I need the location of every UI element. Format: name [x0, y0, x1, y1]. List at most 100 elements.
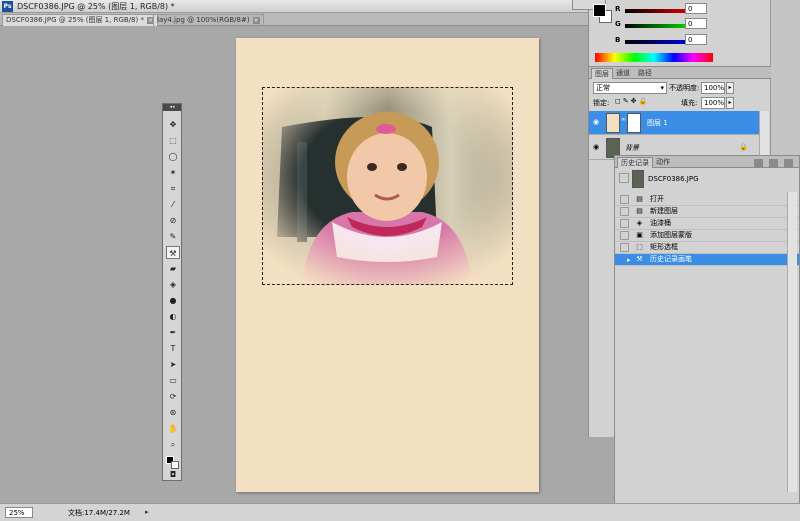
foreground-color-box[interactable]	[593, 4, 606, 17]
channel-b-label: B	[615, 36, 621, 44]
history-item-label: 新建图层	[650, 207, 678, 215]
tab-layers[interactable]: 图层	[591, 68, 613, 79]
type-tool-icon[interactable]: T	[166, 342, 180, 355]
opacity-arrow-icon[interactable]: ▸	[726, 82, 734, 94]
layer-mask-thumbnail[interactable]	[627, 113, 641, 133]
lock-icon: 🔒	[739, 143, 748, 151]
selection-marquee[interactable]	[262, 87, 513, 285]
toolbox: ◂◂ ✥ ⬚ ◯ ✶ ⌗ ⁄ ⊘ ✎ ⚒ ▰ ◈ ● ◐ ✒ T ➤ ▭ ⟳ ⊛…	[162, 103, 182, 481]
tab-dscf0386[interactable]: DSCF0386.JPG @ 25% (图层 1, RGB/8) * ×	[2, 14, 158, 26]
status-bar: 25% 文档:17.4M/27.2M ▸	[0, 503, 800, 521]
history-item[interactable]: ▤ 打开	[615, 194, 799, 206]
history-item-label: 打开	[650, 195, 664, 203]
history-item[interactable]: ▣ 添加图层蒙版	[615, 230, 799, 242]
layer-name[interactable]: 背景	[625, 143, 639, 153]
color-panel: R 0 G 0 B 0	[572, 0, 770, 66]
history-item[interactable]: ⬚ 矩形选框	[615, 242, 799, 254]
tab-channels[interactable]: 通道	[613, 68, 633, 79]
lock-label: 锁定:	[593, 99, 610, 107]
color-spectrum[interactable]	[595, 53, 713, 62]
layer-thumbnail	[606, 113, 620, 133]
tab-lay4[interactable]: lay4.jpg @ 100%(RGB/8#) ×	[153, 14, 264, 26]
blend-mode-value: 正常	[596, 84, 610, 92]
history-item[interactable]: ◈ 油漆桶	[615, 218, 799, 230]
history-item-label: 历史记录画笔	[650, 255, 692, 263]
zoom-tool-icon[interactable]: ⌕	[166, 438, 180, 451]
snapshot-camera-icon[interactable]	[769, 159, 778, 167]
history-checkbox[interactable]	[620, 219, 629, 228]
mask-icon: ▣	[636, 231, 643, 239]
tab-paths[interactable]: 路径	[635, 68, 655, 79]
opacity-input[interactable]: 100%	[701, 82, 725, 94]
eyedropper-tool-icon[interactable]: ⁄	[166, 198, 180, 211]
lock-icons[interactable]: ◻✎✥🔒	[615, 97, 649, 105]
lasso-tool-icon[interactable]: ◯	[166, 150, 180, 163]
opacity-label: 不透明度:	[669, 84, 700, 92]
history-checkbox[interactable]	[620, 231, 629, 240]
eye-icon[interactable]: ◉	[591, 118, 601, 128]
history-brush-tool-icon[interactable]: ⚒	[166, 246, 180, 259]
document-tab-bar: DSCF0386.JPG @ 25% (图层 1, RGB/8) * × lay4…	[0, 13, 590, 26]
history-item-label: 矩形选框	[650, 243, 678, 251]
history-checkbox[interactable]	[620, 243, 629, 252]
history-checkbox[interactable]	[620, 195, 629, 204]
history-panel: 历史记录 动作 DSCF0386.JPG ▤ 打开 ▤ 新建图层 ◈ 油漆桶 ▣…	[614, 155, 800, 508]
crop-tool-icon[interactable]: ⌗	[166, 182, 180, 195]
new-layer-icon: ▤	[636, 207, 643, 215]
eye-icon[interactable]: ◉	[591, 143, 601, 153]
history-item-label: 油漆桶	[650, 219, 671, 227]
paint-bucket-icon: ◈	[636, 219, 643, 227]
magic-wand-tool-icon[interactable]: ✶	[166, 166, 180, 179]
channel-r-label: R	[615, 5, 621, 13]
toolbox-collapse-icon[interactable]: ◂◂	[163, 104, 181, 111]
fill-input[interactable]: 100%	[701, 97, 725, 109]
rect-marquee-tool-icon[interactable]: ⬚	[166, 134, 180, 147]
history-checkbox[interactable]	[620, 207, 629, 216]
channel-g-label: G	[615, 20, 621, 28]
dodge-tool-icon[interactable]: ◐	[166, 310, 180, 323]
snapshot-checkbox[interactable]	[619, 173, 629, 183]
channel-r-value[interactable]: 0	[685, 3, 707, 14]
trash-icon[interactable]	[784, 159, 793, 167]
close-tab-icon[interactable]: ×	[252, 17, 260, 24]
status-menu-arrow-icon[interactable]: ▸	[145, 508, 149, 516]
link-icon: ∞	[621, 116, 626, 123]
photoshop-logo-icon: Ps	[2, 1, 13, 12]
move-tool-icon[interactable]: ✥	[166, 118, 180, 131]
healing-brush-tool-icon[interactable]: ⊘	[166, 214, 180, 227]
3d-rotate-tool-icon[interactable]: ⟳	[166, 390, 180, 403]
snapshot-name[interactable]: DSCF0386.JPG	[648, 175, 699, 183]
tab-history[interactable]: 历史记录	[617, 157, 653, 168]
zoom-field[interactable]: 25%	[5, 507, 33, 518]
history-item-active[interactable]: ▸ ⚒ 历史记录画笔	[615, 254, 799, 266]
blur-tool-icon[interactable]: ●	[166, 294, 180, 307]
channel-g-value[interactable]: 0	[685, 18, 707, 29]
document-info: 文档:17.4M/27.2M	[68, 509, 130, 517]
paint-bucket-tool-icon[interactable]: ◈	[166, 278, 180, 291]
brush-tool-icon[interactable]: ✎	[166, 230, 180, 243]
pen-tool-icon[interactable]: ✒	[166, 326, 180, 339]
snapshot-thumbnail[interactable]	[632, 170, 644, 188]
quick-mask-icon[interactable]: ◘	[166, 468, 180, 481]
rect-marquee-icon: ⬚	[636, 243, 643, 251]
channel-b-value[interactable]: 0	[685, 34, 707, 45]
tab-actions[interactable]: 动作	[653, 157, 673, 168]
tab-label: DSCF0386.JPG @ 25% (图层 1, RGB/8) *	[6, 16, 144, 24]
history-brush-icon: ⚒	[636, 255, 643, 263]
hand-tool-icon[interactable]: ✋	[166, 422, 180, 435]
blend-mode-select[interactable]: 正常 ▾	[593, 82, 667, 94]
layer-name[interactable]: 图层 1	[647, 118, 668, 128]
history-item[interactable]: ▤ 新建图层	[615, 206, 799, 218]
history-scrollbar[interactable]	[787, 192, 797, 492]
shape-tool-icon[interactable]: ▭	[166, 374, 180, 387]
eraser-tool-icon[interactable]: ▰	[166, 262, 180, 275]
history-item-label: 添加图层蒙版	[650, 231, 692, 239]
layers-panel-tabs: 图层 通道 路径	[589, 67, 771, 79]
window-title: DSCF0386.JPG @ 25% (图层 1, RGB/8) *	[17, 2, 175, 11]
new-document-from-state-icon[interactable]	[754, 159, 763, 167]
layer-row-layer1[interactable]: ◉ ∞ 图层 1	[589, 111, 759, 135]
fill-arrow-icon[interactable]: ▸	[726, 97, 734, 109]
3d-orbit-tool-icon[interactable]: ⊛	[166, 406, 180, 419]
chevron-down-icon: ▾	[660, 84, 664, 92]
path-selection-tool-icon[interactable]: ➤	[166, 358, 180, 371]
